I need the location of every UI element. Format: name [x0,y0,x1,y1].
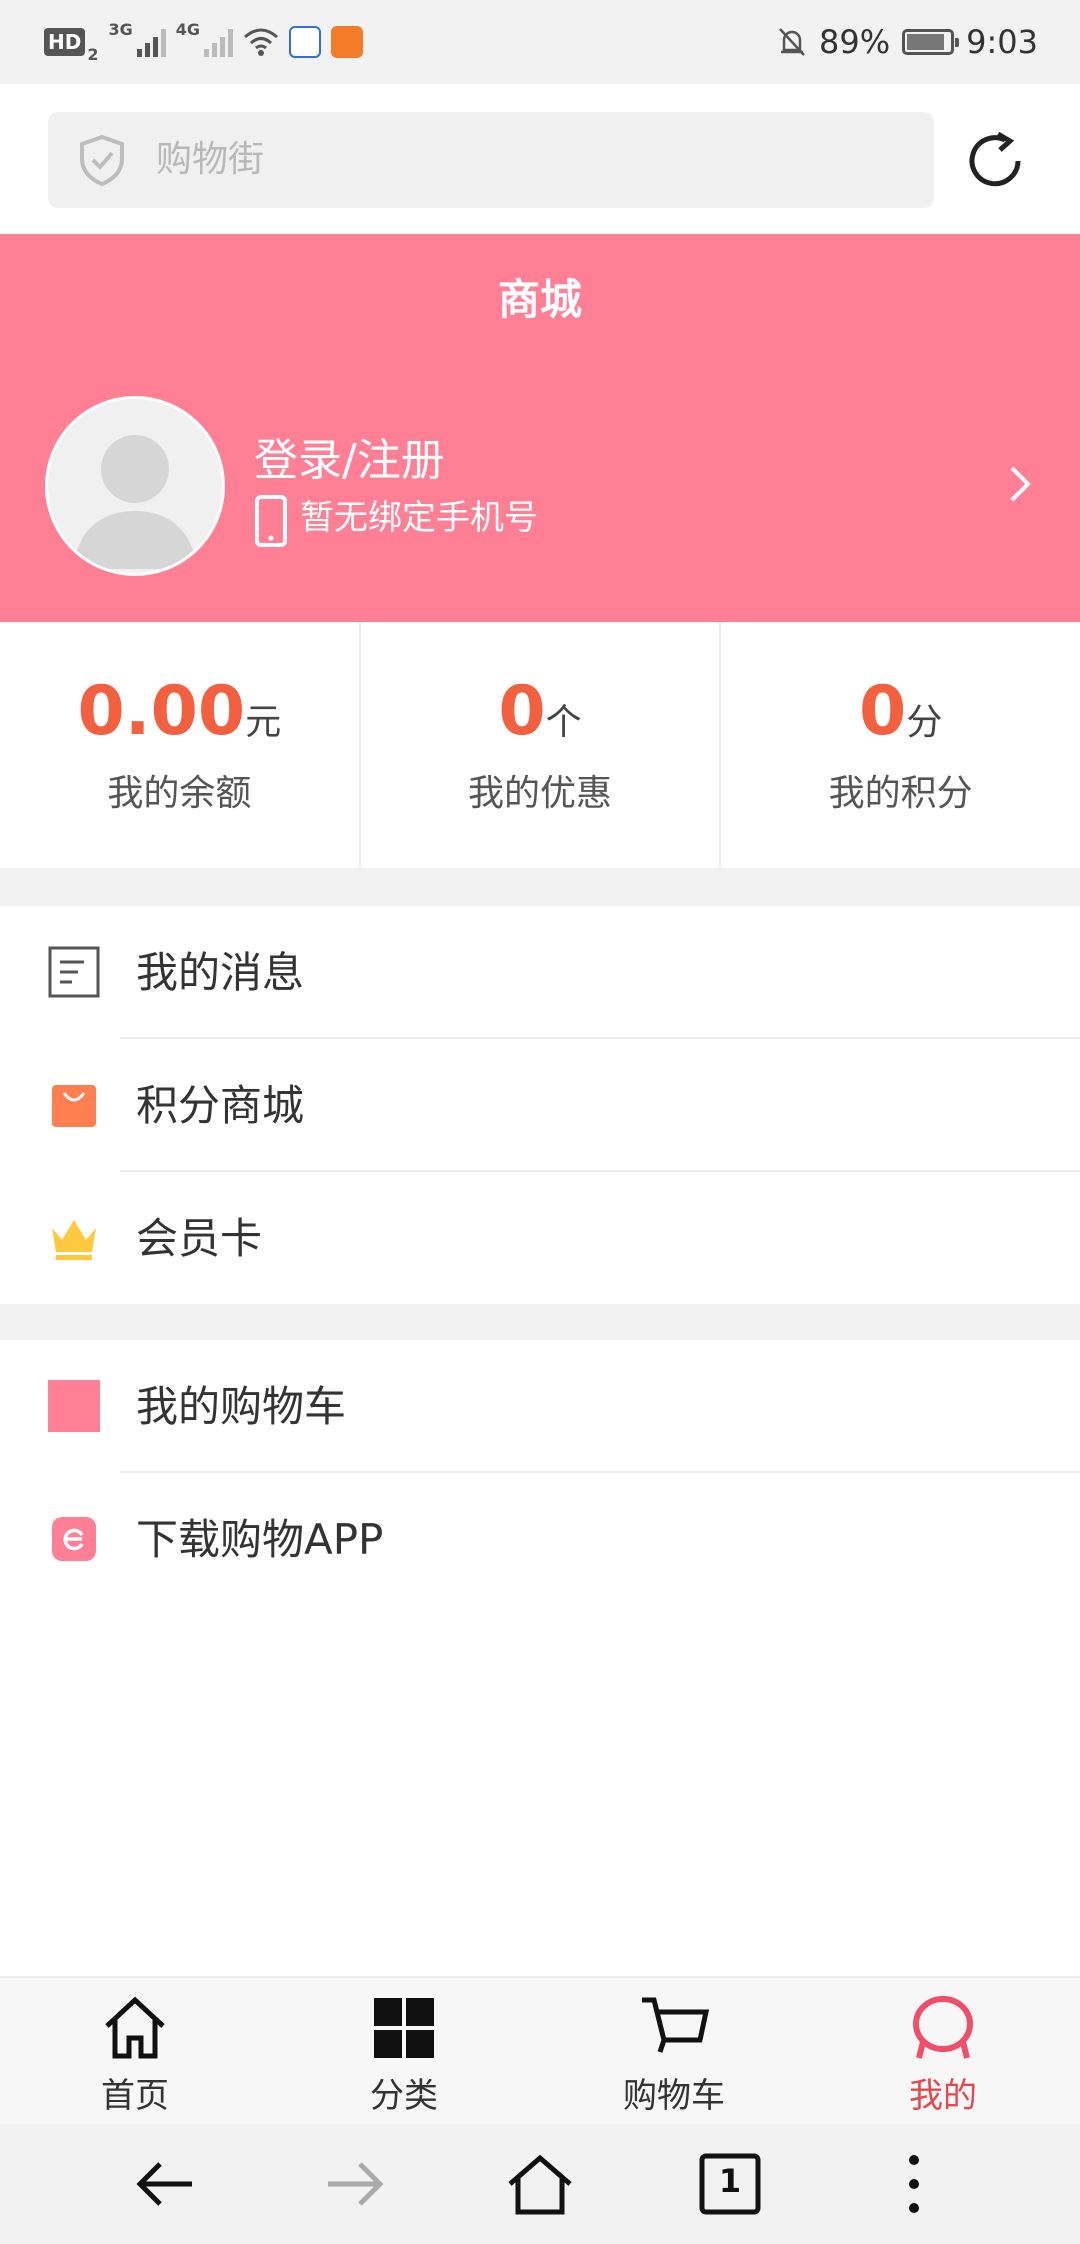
page-title: 商城 [497,275,582,324]
menu-item-label: 积分商城 [136,1081,305,1130]
app-download-icon [52,1517,96,1561]
section-gap [0,1304,1080,1340]
home-icon [105,1996,165,2059]
nav-home[interactable]: 首页 [35,1992,235,2117]
menu-item-my-cart[interactable]: 我的购物车 [0,1340,1080,1472]
signal-icon [136,27,166,57]
stat-value: 0 [498,672,546,751]
cart-square-icon [48,1380,100,1432]
battery-icon [902,29,960,55]
phone-binding-status: 暂无绑定手机号 [300,498,538,538]
refresh-icon[interactable] [960,126,1030,196]
chevron-right-icon[interactable] [1000,462,1040,506]
nav-label: 分类 [370,2076,438,2116]
signal-icon [204,27,234,57]
forward-arrow-icon[interactable] [318,2148,390,2220]
search-placeholder: 购物街 [156,139,265,180]
shield-check-icon [80,134,124,187]
status-bar: HD 2 3G 4G 89% 9:03 [0,0,1080,84]
stat-balance[interactable]: 0.00元 我的余额 [0,622,359,868]
battery-percent: 89% [819,23,891,61]
nav-category[interactable]: 分类 [304,1992,504,2117]
menu-item-points-mall[interactable]: 积分商城 [0,1039,1080,1171]
stats-row: 0.00元 我的余额 0个 我的优惠 0分 我的积分 [0,622,1080,868]
tabs-button[interactable]: 1 [694,2148,766,2220]
avatar-silhouette-icon [73,435,197,569]
hd-sub-label: 2 [87,45,99,64]
nav-cart[interactable]: 购物车 [574,1992,774,2117]
cart-icon [642,1997,710,2053]
stat-value: 0.00 [77,672,246,751]
avatar[interactable] [45,396,225,576]
stat-coupons[interactable]: 0个 我的优惠 [358,622,720,868]
section-gap [0,868,1080,906]
stat-label: 我的余额 [107,773,252,814]
signal-2-label: 4G [175,20,201,39]
uc-browser-icon [331,26,364,58]
hd-badge: HD [44,28,86,56]
menu-item-label: 会员卡 [136,1214,263,1263]
stat-value: 0 [859,672,907,751]
baidu-icon [289,26,322,58]
signal-1-label: 3G [108,20,133,39]
stat-points[interactable]: 0分 我的积分 [719,622,1080,868]
menu-item-download-app[interactable]: 下载购物APP [0,1473,1080,1605]
grid-icon [374,1998,434,2058]
clock: 9:03 [966,23,1038,61]
nav-label: 购物车 [623,2076,725,2116]
nav-label: 首页 [101,2076,169,2116]
login-register-link[interactable]: 登录/注册 [254,424,445,488]
nav-profile[interactable]: 我的 [843,1992,1043,2117]
menu-item-messages[interactable]: 我的消息 [0,906,1080,1038]
stat-unit: 个 [545,702,582,743]
more-icon[interactable] [878,2148,950,2220]
stat-unit: 元 [245,702,282,743]
menu-item-label: 我的消息 [136,948,305,997]
browser-home-icon[interactable] [504,2148,576,2220]
shopping-bag-icon [52,1085,96,1127]
stat-label: 我的积分 [828,773,973,814]
message-icon [48,946,100,998]
back-arrow-icon[interactable] [130,2148,202,2220]
wifi-icon [244,28,279,56]
crown-icon [52,1220,96,1260]
stat-unit: 分 [906,702,943,743]
tab-count: 1 [718,2162,742,2200]
phone-icon [255,495,287,547]
bell-off-icon [779,28,805,56]
menu-item-label: 我的购物车 [136,1382,347,1431]
menu-item-label: 下载购物APP [136,1515,384,1564]
profile-icon [913,1996,973,2059]
nav-label: 我的 [909,2076,977,2116]
stat-label: 我的优惠 [468,773,613,814]
menu-item-membership-card[interactable]: 会员卡 [0,1172,1080,1304]
